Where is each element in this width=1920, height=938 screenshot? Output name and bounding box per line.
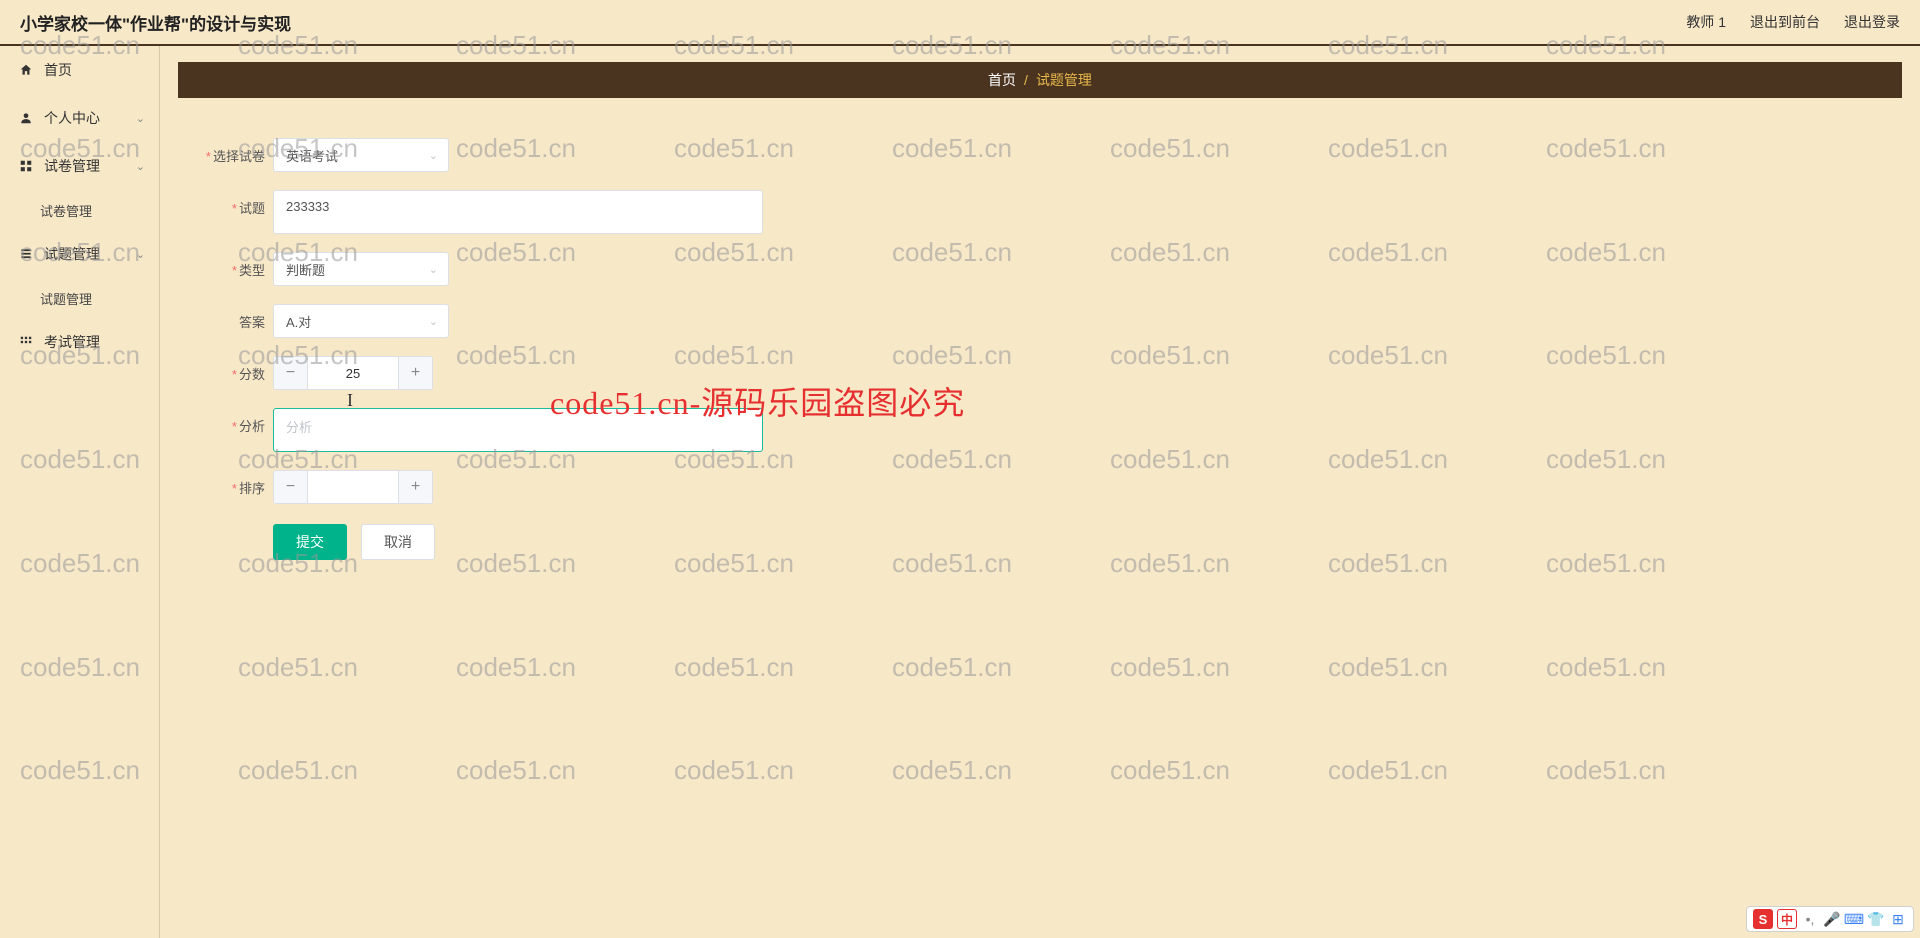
breadcrumb-current: 试题管理 (1036, 70, 1092, 90)
user-label[interactable]: 教师 1 (1686, 12, 1726, 32)
header-right: 教师 1 退出到前台 退出登录 (1686, 12, 1900, 32)
submit-button[interactable]: 提交 (273, 524, 347, 560)
score-stepper[interactable]: − 25 + (273, 356, 433, 390)
sidebar-label: 首页 (44, 60, 72, 80)
cancel-button[interactable]: 取消 (361, 524, 435, 560)
breadcrumb-home[interactable]: 首页 (988, 70, 1016, 90)
increment-button[interactable]: + (398, 357, 432, 389)
sidebar-item-exam-mgmt-sub[interactable]: 试卷管理 (0, 190, 159, 230)
ime-punct-icon[interactable]: •, (1801, 910, 1819, 928)
logout-front-link[interactable]: 退出到前台 (1750, 12, 1820, 32)
user-icon (18, 110, 34, 126)
sidebar-item-personal[interactable]: 个人中心 ⌄ (0, 94, 159, 142)
label-question: *试题 (198, 190, 273, 217)
home-icon (18, 62, 34, 78)
chevron-down-icon: ⌄ (429, 149, 438, 162)
chevron-down-icon: ⌄ (136, 248, 145, 261)
analysis-textarea[interactable]: 分析 (273, 408, 763, 452)
chevron-down-icon: ⌄ (429, 263, 438, 276)
label-analysis: *分析 (198, 408, 273, 435)
ime-logo-icon[interactable]: S (1753, 909, 1773, 929)
sidebar-label: 试卷管理 (44, 156, 100, 176)
sidebar-item-question-mgmt[interactable]: 试题管理 ⌄ (0, 230, 159, 278)
label-answer: 答案 (198, 304, 273, 331)
ime-lang-icon[interactable]: 中 (1777, 909, 1797, 929)
chevron-down-icon: ⌄ (136, 160, 145, 173)
logout-link[interactable]: 退出登录 (1844, 12, 1900, 32)
select-exam-dropdown[interactable]: 英语考试 ⌄ (273, 138, 449, 172)
answer-dropdown[interactable]: A.对 ⌄ (273, 304, 449, 338)
sidebar-label: 考试管理 (44, 332, 100, 352)
breadcrumb-sep: / (1024, 72, 1028, 88)
sidebar-item-question-mgmt-sub[interactable]: 试题管理 (0, 278, 159, 318)
ime-keyboard-icon[interactable]: ⌨ (1845, 910, 1863, 928)
label-score: *分数 (198, 356, 273, 383)
label-sort: *排序 (198, 470, 273, 497)
increment-button[interactable]: + (398, 471, 432, 503)
breadcrumb: 首页 / 试题管理 (178, 62, 1902, 98)
sidebar-label: 个人中心 (44, 108, 100, 128)
sidebar-label: 试卷管理 (40, 201, 92, 220)
chevron-down-icon: ⌄ (136, 112, 145, 125)
ime-mic-icon[interactable]: 🎤 (1823, 910, 1841, 928)
decrement-button[interactable]: − (274, 357, 308, 389)
list-icon (18, 246, 34, 262)
text-cursor-icon: I (347, 390, 353, 411)
type-dropdown[interactable]: 判断题 ⌄ (273, 252, 449, 286)
header-bar: 小学家校一体"作业帮"的设计与实现 教师 1 退出到前台 退出登录 (0, 0, 1920, 46)
ime-skin-icon[interactable]: 👕 (1867, 910, 1885, 928)
sidebar-item-exam-mgmt[interactable]: 试卷管理 ⌄ (0, 142, 159, 190)
sidebar: 首页 个人中心 ⌄ 试卷管理 ⌄ 试卷管理 试题管理 ⌄ 试题管理 (0, 46, 160, 938)
ime-tool-icon[interactable]: ⊞ (1889, 910, 1907, 928)
sort-stepper[interactable]: − + (273, 470, 433, 504)
chevron-down-icon: ⌄ (429, 315, 438, 328)
decrement-button[interactable]: − (274, 471, 308, 503)
label-select-exam: *选择试卷 (198, 138, 273, 165)
sidebar-item-test-mgmt[interactable]: 考试管理 (0, 318, 159, 366)
sort-value[interactable] (308, 471, 398, 503)
grid-icon (18, 158, 34, 174)
sidebar-label: 试题管理 (40, 289, 92, 308)
score-value[interactable]: 25 (308, 357, 398, 389)
app-title: 小学家校一体"作业帮"的设计与实现 (20, 10, 291, 35)
ime-toolbar[interactable]: S 中 •, 🎤 ⌨ 👕 ⊞ (1746, 906, 1914, 932)
form-area: *选择试卷 英语考试 ⌄ *试题 233333 *类型 判断 (178, 98, 1902, 580)
sidebar-label: 试题管理 (44, 244, 100, 264)
apps-icon (18, 334, 34, 350)
question-textarea[interactable]: 233333 (273, 190, 763, 234)
label-type: *类型 (198, 252, 273, 279)
content-area: 首页 / 试题管理 *选择试卷 英语考试 ⌄ *试题 233333 (160, 46, 1920, 938)
sidebar-item-home[interactable]: 首页 (0, 46, 159, 94)
